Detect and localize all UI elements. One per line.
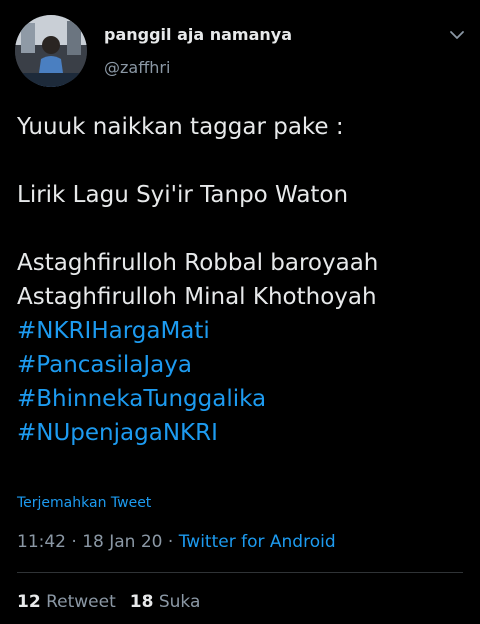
avatar-image	[15, 15, 87, 87]
tweet-line: Lirik Lagu Syi'ir Tanpo Waton	[17, 182, 349, 208]
translate-tweet-link[interactable]: Terjemahkan Tweet	[17, 495, 151, 511]
display-name[interactable]: panggil aja namanya	[104, 25, 292, 44]
retweet-label: Retweet	[46, 592, 116, 612]
tweet-time: 11:42	[17, 532, 66, 552]
tweet-source-link[interactable]: Twitter for Android	[179, 532, 336, 552]
hashtag-link[interactable]: #NKRIHargaMati	[17, 314, 467, 348]
tweet-text: Yuuuk naikkan taggar pake : Lirik Lagu S…	[17, 110, 467, 450]
chevron-down-icon[interactable]	[448, 26, 466, 44]
meta-separator: ·	[167, 532, 174, 552]
tweet-date: 18 Jan 20	[82, 532, 163, 552]
meta-separator: ·	[71, 532, 77, 552]
tweet-stats: 12 Retweet 18 Suka	[17, 592, 200, 612]
avatar[interactable]	[15, 15, 87, 87]
user-handle[interactable]: @zaffhri	[104, 58, 170, 77]
tweet-meta: 11:42 · 18 Jan 20 · Twitter for Android	[17, 532, 336, 552]
tweet-line: Astaghfirulloh Minal Khothoyah	[17, 284, 377, 310]
hashtag-link[interactable]: #BhinnekaTunggalika	[17, 382, 467, 416]
tweet-line: Yuuuk naikkan taggar pake :	[17, 114, 344, 140]
divider	[17, 572, 463, 573]
retweet-count: 12	[17, 592, 41, 612]
likes-stat[interactable]: 18 Suka	[130, 592, 201, 612]
tweet-line: Astaghfirulloh Robbal baroyaah	[17, 250, 379, 276]
retweets-stat[interactable]: 12 Retweet	[17, 592, 116, 612]
like-label: Suka	[158, 592, 201, 612]
hashtag-link[interactable]: #PancasilaJaya	[17, 348, 467, 382]
hashtag-link[interactable]: #NUpenjagaNKRI	[17, 416, 467, 450]
like-count: 18	[129, 592, 154, 612]
